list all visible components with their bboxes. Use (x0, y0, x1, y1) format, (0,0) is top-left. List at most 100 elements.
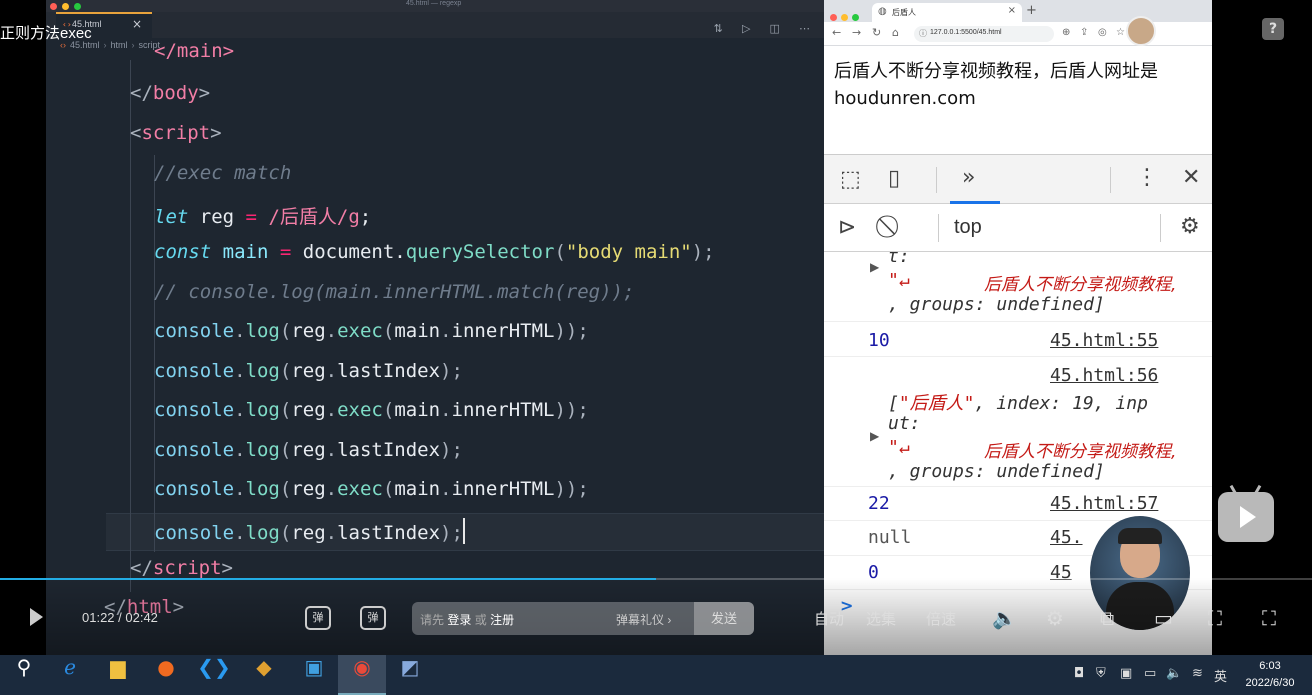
battery-icon[interactable]: ▭ (1144, 666, 1156, 681)
input-method[interactable]: 英 (1214, 666, 1227, 685)
login-link[interactable]: 登录 (447, 613, 471, 627)
more-actions-icon[interactable]: ⋯ (799, 22, 810, 35)
text-cursor (462, 518, 465, 544)
help-icon[interactable]: ? (1262, 18, 1284, 40)
settings-icon[interactable]: ⚙ (1046, 606, 1064, 630)
code-line[interactable]: //exec match (154, 162, 291, 192)
register-link[interactable]: 注册 (490, 613, 514, 627)
code-line[interactable]: </main> (154, 40, 234, 70)
inspect-element-icon[interactable]: ⬚ (840, 167, 861, 192)
time-display: 01:22 / 02:42 (82, 610, 158, 625)
console-text: "↵ (888, 270, 910, 291)
split-editor-icon[interactable]: ◫ (770, 22, 780, 35)
extension-icon[interactable]: ◎ (1098, 27, 1107, 38)
uploader-avatar[interactable] (1126, 16, 1156, 46)
share-icon[interactable]: ⇪ (1080, 27, 1088, 38)
speed-button[interactable]: 倍速 (926, 608, 956, 629)
source-control-icon[interactable]: ⇅ (714, 22, 723, 35)
tv-play-icon[interactable] (1218, 484, 1274, 542)
sidebar-toggle-icon[interactable]: ⊳ (838, 215, 856, 240)
code-line[interactable]: console.log(reg.lastIndex); (154, 360, 463, 390)
editor-tabbar: ‹› 45.html × ⇅ ▷ ◫ ⋯ (46, 12, 824, 38)
episodes-button[interactable]: 选集 (866, 608, 896, 629)
danmaku-input[interactable]: 请先 登录 或 注册 弹幕礼仪 › 发送 (412, 602, 754, 635)
danmaku-toggle[interactable]: 弹 (305, 606, 331, 630)
close-tab-icon[interactable]: × (1008, 5, 1016, 16)
firefox-icon[interactable]: ● (142, 655, 190, 695)
code-line[interactable]: console.log(reg.exec(main.innerHTML)); (154, 399, 589, 429)
code-line[interactable]: let reg = /后盾人/g; (154, 202, 371, 232)
zoom-icon[interactable]: ⊕ (1062, 27, 1070, 38)
clock-date: 2022/6/30 (1245, 677, 1295, 689)
close-devtools-icon[interactable]: ✕ (1182, 165, 1200, 190)
source-link[interactable]: 45. (1050, 527, 1083, 548)
fullscreen-icon[interactable]: ⛶ (1262, 606, 1276, 630)
address-bar[interactable]: ⓘ 127.0.0.1:5500/45.html (914, 26, 1054, 42)
danmaku-settings[interactable]: 弹 (360, 606, 386, 630)
app-tray-icon[interactable]: ◘ (1074, 666, 1084, 681)
send-button[interactable]: 发送 (694, 602, 754, 635)
new-tab-button[interactable]: + (1026, 3, 1037, 18)
git-tool-icon[interactable]: ◆ (240, 655, 288, 695)
code-line[interactable]: console.log(reg.exec(main.innerHTML)); (154, 478, 589, 508)
follow-button[interactable]: ＋关注 (1170, 22, 1212, 42)
breadcrumb-html[interactable]: html (111, 40, 128, 50)
ie-icon[interactable]: ℯ (46, 655, 94, 695)
chrome-icon[interactable]: ◉ (338, 655, 386, 695)
quality-button[interactable]: 自动 (814, 608, 844, 629)
tray-app-icon[interactable]: ▣ (1120, 666, 1132, 681)
source-link[interactable]: 45.html:56 (1050, 365, 1158, 386)
volume-tray-icon[interactable]: 🔈 (1166, 666, 1182, 681)
console-text: t: (888, 252, 910, 267)
expand-arrow-icon[interactable]: ▶ (870, 429, 879, 443)
source-link[interactable]: 45.html:57 (1050, 493, 1158, 514)
code-editor[interactable]: 45.html — regexp ‹› 45.html × ⇅ ▷ ◫ ⋯ ‹›… (46, 0, 824, 655)
code-line[interactable]: <script> (130, 122, 222, 152)
volume-icon[interactable]: 🔈 (992, 606, 1017, 630)
maximize-window-button[interactable] (74, 3, 81, 10)
follow-label: 关注 (1184, 24, 1212, 40)
pip-icon[interactable]: ⧉ (1100, 606, 1114, 630)
source-link[interactable]: 45.html:55 (1050, 330, 1158, 351)
window-title: 45.html — regexp (406, 0, 462, 7)
devtools-menu-icon[interactable]: ⋮ (1136, 165, 1158, 190)
tab-close-icon[interactable]: × (132, 17, 142, 31)
photos-icon[interactable]: ▣ (290, 655, 338, 695)
progress-fill (0, 578, 656, 580)
reload-icon[interactable]: ↻ (872, 26, 881, 39)
console-text: [ (888, 393, 899, 414)
play-button[interactable] (30, 608, 43, 626)
network-icon[interactable]: ≋ (1192, 666, 1203, 681)
clock[interactable]: 6:03 2022/6/30 (1238, 658, 1302, 692)
fullscreen-web-icon[interactable]: ⛶ (1208, 606, 1222, 630)
forward-icon[interactable]: → (852, 26, 861, 39)
device-toolbar-icon[interactable]: ▯ (888, 166, 900, 191)
bookmark-icon[interactable]: ☆ (1116, 27, 1125, 38)
app-icon[interactable]: ◩ (386, 655, 434, 695)
code-line[interactable]: console.log(reg.exec(main.innerHTML)); (154, 320, 589, 350)
danmaku-etiquette-link[interactable]: 弹幕礼仪 › (616, 611, 671, 628)
code-line[interactable]: console.log(reg.lastIndex); (154, 518, 465, 548)
console-text: , groups: undefined] (888, 294, 1105, 315)
code-line[interactable]: </body> (130, 82, 210, 112)
back-icon[interactable]: ← (832, 26, 841, 39)
code-line[interactable]: // console.log(main.innerHTML.match(reg)… (154, 281, 634, 311)
video-title: 正则方法exec (0, 25, 92, 42)
console-string: 后盾人不断分享视频教程, (984, 275, 1177, 295)
context-selector[interactable]: top (954, 216, 982, 239)
code-line[interactable]: console.log(reg.lastIndex); (154, 439, 463, 469)
widescreen-icon[interactable]: ▭ (1154, 606, 1173, 630)
vscode-icon[interactable]: ❮❯ (190, 655, 238, 695)
more-tabs-icon[interactable]: » (962, 165, 975, 190)
search-icon[interactable]: ⚲ (0, 655, 48, 695)
run-icon[interactable]: ▷ (742, 22, 750, 35)
shield-icon[interactable]: ⛨ (1096, 666, 1106, 681)
home-icon[interactable]: ⌂ (892, 26, 899, 39)
settings-gear-icon[interactable]: ⚙ (1180, 214, 1200, 239)
file-explorer-icon[interactable]: ▆ (94, 655, 142, 695)
browser-tab[interactable]: ◍ 后盾人 × (872, 3, 1022, 22)
code-line[interactable]: const main = document.querySelector("bod… (154, 241, 715, 271)
close-window-button[interactable] (50, 3, 57, 10)
expand-arrow-icon[interactable]: ▶ (870, 260, 879, 274)
minimize-window-button[interactable] (62, 3, 69, 10)
